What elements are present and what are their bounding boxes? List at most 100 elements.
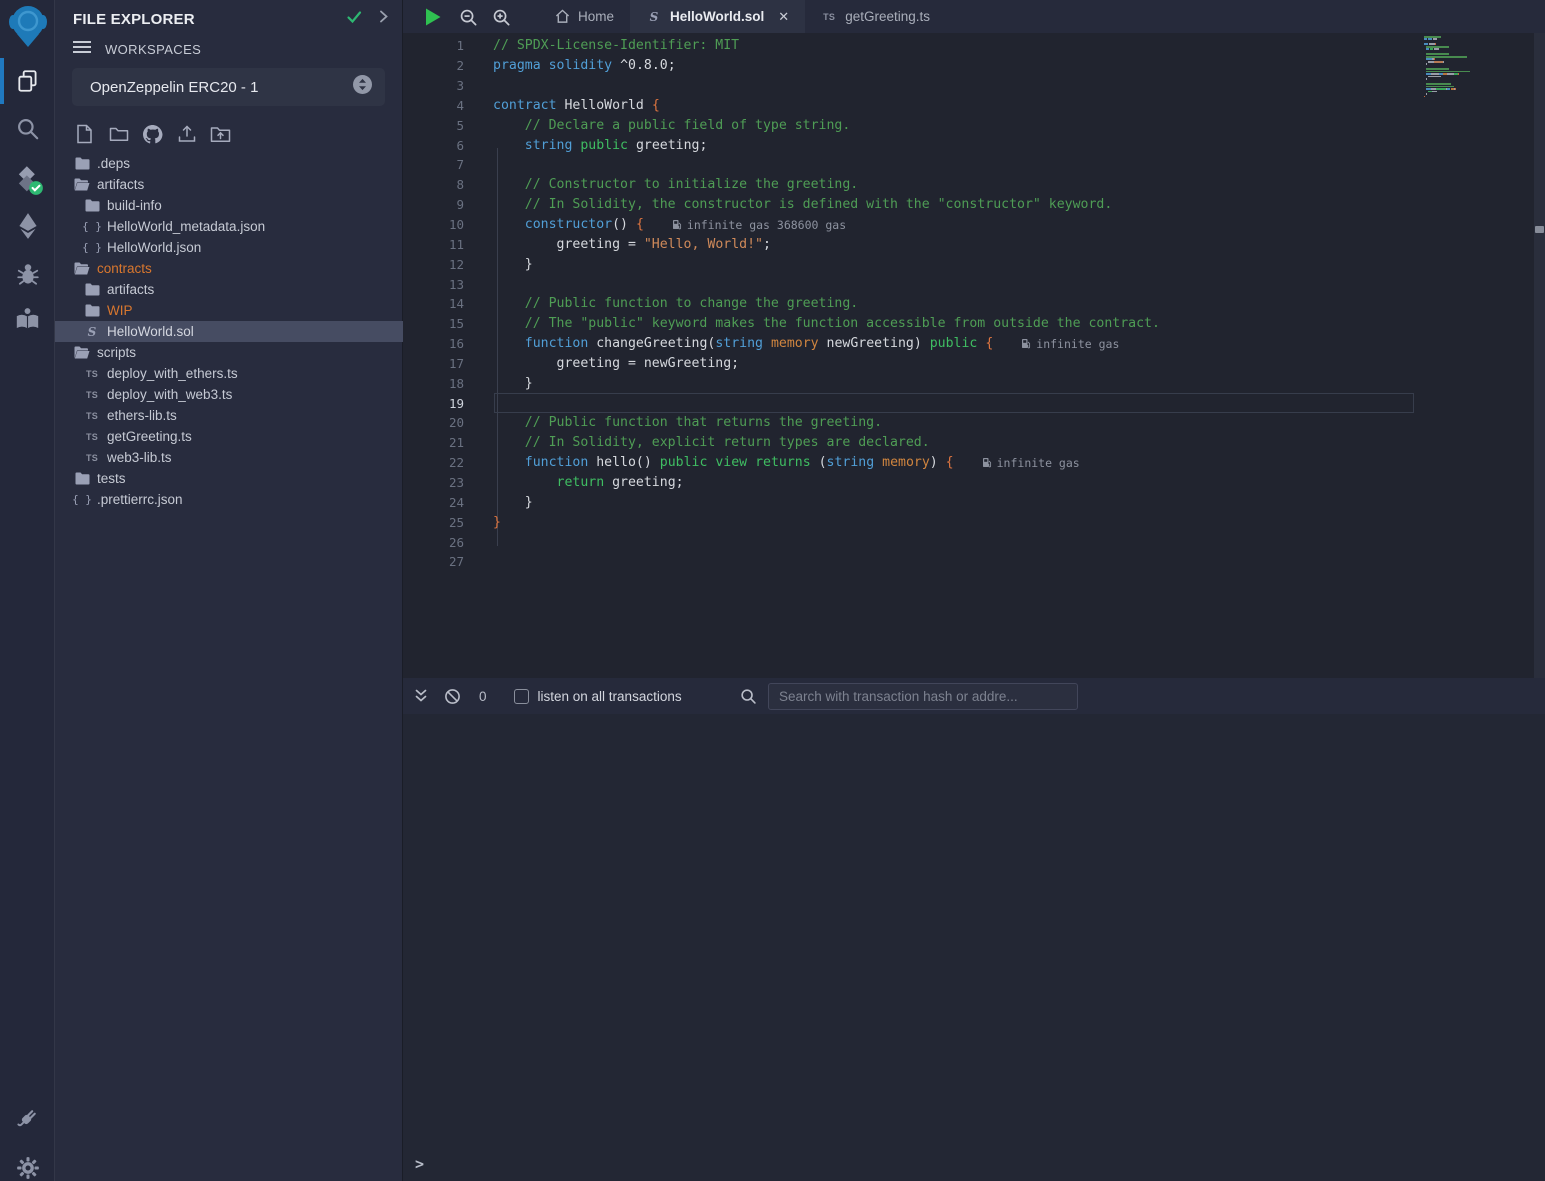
file-explorer-toolbar: [72, 121, 233, 146]
tree-item-artifacts[interactable]: artifacts: [55, 174, 403, 195]
sidebar-item-search[interactable]: [0, 107, 55, 151]
terminal-output[interactable]: >: [403, 714, 1545, 1181]
zoom-out-button[interactable]: [456, 5, 480, 29]
tree-item-label: WIP: [107, 303, 133, 318]
code-line-4: 4contract HelloWorld {: [403, 96, 1534, 116]
tree-item-label: deploy_with_ethers.ts: [107, 366, 238, 381]
tree-item--deps[interactable]: .deps: [55, 153, 403, 174]
solidity-compiler-icon: [12, 164, 44, 196]
tree-item-wip[interactable]: WIP: [55, 300, 403, 321]
sidebar-item-learn[interactable]: [0, 297, 55, 341]
code-text: // In Solidity, the constructor is defin…: [493, 197, 1112, 212]
line-number: 6: [403, 138, 464, 153]
editor-area: HomeSHelloWorld.sol✕TSgetGreeting.ts 1//…: [403, 0, 1545, 1181]
code-line-25: 25}: [403, 512, 1534, 532]
tree-item-helloworld-sol[interactable]: SHelloWorld.sol: [55, 321, 403, 342]
tree-item-ethers-lib-ts[interactable]: TSethers-lib.ts: [55, 405, 403, 426]
remix-ide-window: FILE EXPLORER WORKSPACES OpenZeppelin ER…: [0, 0, 1545, 1181]
learn-book-icon: [14, 306, 41, 333]
minimap[interactable]: [1424, 36, 1504, 103]
line-number: 19: [403, 396, 464, 411]
code-editor[interactable]: 1// SPDX-License-Identifier: MIT2pragma …: [403, 33, 1545, 678]
code-line-16: 16 function changeGreeting(string memory…: [403, 334, 1534, 354]
tree-item-contracts[interactable]: contracts: [55, 258, 403, 279]
workspace-select[interactable]: OpenZeppelin ERC20 - 1: [72, 68, 385, 106]
line-number: 7: [403, 157, 464, 172]
sidebar-item-settings[interactable]: [0, 1146, 55, 1181]
code-line-23: 23 return greeting;: [403, 473, 1534, 493]
tree-item-helloworld-metadata-json[interactable]: { }HelloWorld_metadata.json: [55, 216, 403, 237]
code-text: return greeting;: [493, 475, 684, 490]
sidebar-item-plugin-manager[interactable]: [0, 1096, 55, 1140]
code-line-6: 6 string public greeting;: [403, 135, 1534, 155]
code-line-27: 27: [403, 552, 1534, 572]
compile-success-check-icon: [346, 10, 362, 29]
tree-item-web3-lib-ts[interactable]: TSweb3-lib.ts: [55, 447, 403, 468]
tree-item-label: HelloWorld.json: [107, 240, 201, 255]
code-text: greeting = "Hello, World!";: [493, 237, 771, 252]
tree-item-label: artifacts: [97, 177, 144, 192]
tree-item-label: HelloWorld.sol: [107, 324, 194, 339]
ts-icon: TS: [83, 390, 101, 400]
listen-transactions-checkbox[interactable]: [514, 689, 529, 704]
tab-home[interactable]: Home: [538, 0, 630, 33]
clear-console-button[interactable]: [444, 688, 461, 705]
json-icon: { }: [73, 493, 91, 506]
editor-scrollbar[interactable]: [1534, 33, 1545, 678]
terminal-search-input[interactable]: [769, 684, 1077, 709]
json-icon: { }: [83, 220, 101, 233]
tree-item-getgreeting-ts[interactable]: TSgetGreeting.ts: [55, 426, 403, 447]
workspace-selected-value: OpenZeppelin ERC20 - 1: [90, 79, 352, 96]
tree-item-label: contracts: [97, 261, 152, 276]
tree-item--prettierrc-json[interactable]: { }.prettierrc.json: [55, 489, 403, 510]
code-text: // Constructor to initialize the greetin…: [493, 177, 858, 192]
code-text: // In Solidity, explicit return types ar…: [493, 435, 930, 450]
new-folder-button[interactable]: [106, 121, 131, 146]
new-file-button[interactable]: [72, 121, 97, 146]
upload-file-button[interactable]: [174, 121, 199, 146]
tree-item-tests[interactable]: tests: [55, 468, 403, 489]
sidebar-item-solidity-compiler[interactable]: [0, 158, 55, 202]
code-line-10: 10 constructor() {infinite gas 368600 ga…: [403, 215, 1534, 235]
code-text: pragma solidity ^0.8.0;: [493, 58, 676, 73]
sidebar-item-file-explorer[interactable]: [0, 59, 55, 103]
file-explorer-icon: [15, 68, 41, 94]
folder-open-icon: [73, 262, 91, 275]
tree-item-scripts[interactable]: scripts: [55, 342, 403, 363]
terminal-search-icon: [740, 688, 757, 705]
tab-getgreeting-ts[interactable]: TSgetGreeting.ts: [805, 0, 946, 33]
tree-item-build-info[interactable]: build-info: [55, 195, 403, 216]
zoom-in-button[interactable]: [489, 5, 513, 29]
tree-item-artifacts[interactable]: artifacts: [55, 279, 403, 300]
scrollbar-thumb[interactable]: [1535, 226, 1544, 233]
code-line-1: 1// SPDX-License-Identifier: MIT: [403, 36, 1534, 56]
code-line-18: 18 }: [403, 373, 1534, 393]
tab-helloworld-sol[interactable]: SHelloWorld.sol✕: [630, 0, 805, 33]
terminal-search-box: [768, 683, 1078, 710]
tree-item-deploy-with-web3-ts[interactable]: TSdeploy_with_web3.ts: [55, 384, 403, 405]
code-line-15: 15 // The "public" keyword makes the fun…: [403, 314, 1534, 334]
folder-closed-icon: [83, 199, 101, 212]
close-tab-icon[interactable]: ✕: [778, 9, 789, 25]
tree-item-helloworld-json[interactable]: { }HelloWorld.json: [55, 237, 403, 258]
code-line-24: 24 }: [403, 492, 1534, 512]
terminal-collapse-button[interactable]: [413, 688, 429, 704]
upload-folder-button[interactable]: [208, 121, 233, 146]
sidebar-item-deploy-and-run[interactable]: [0, 204, 55, 248]
code-line-22: 22 function hello() public view returns …: [403, 453, 1534, 473]
line-number: 22: [403, 455, 464, 470]
tree-item-deploy-with-ethers-ts[interactable]: TSdeploy_with_ethers.ts: [55, 363, 403, 384]
sidebar-item-debugger[interactable]: [0, 252, 55, 296]
code-line-8: 8 // Constructor to initialize the greet…: [403, 175, 1534, 195]
github-clone-button[interactable]: [140, 121, 165, 146]
workspaces-menu-icon[interactable]: [73, 40, 91, 59]
tree-item-label: tests: [97, 471, 126, 486]
home-icon: [554, 9, 570, 24]
line-number: 17: [403, 356, 464, 371]
remix-logo[interactable]: [0, 2, 55, 52]
line-number: 16: [403, 336, 464, 351]
folder-open-icon: [73, 346, 91, 359]
run-script-button[interactable]: [421, 5, 445, 29]
panel-collapse-chevron[interactable]: [378, 9, 390, 29]
code-text: // Public function that returns the gree…: [493, 415, 882, 430]
